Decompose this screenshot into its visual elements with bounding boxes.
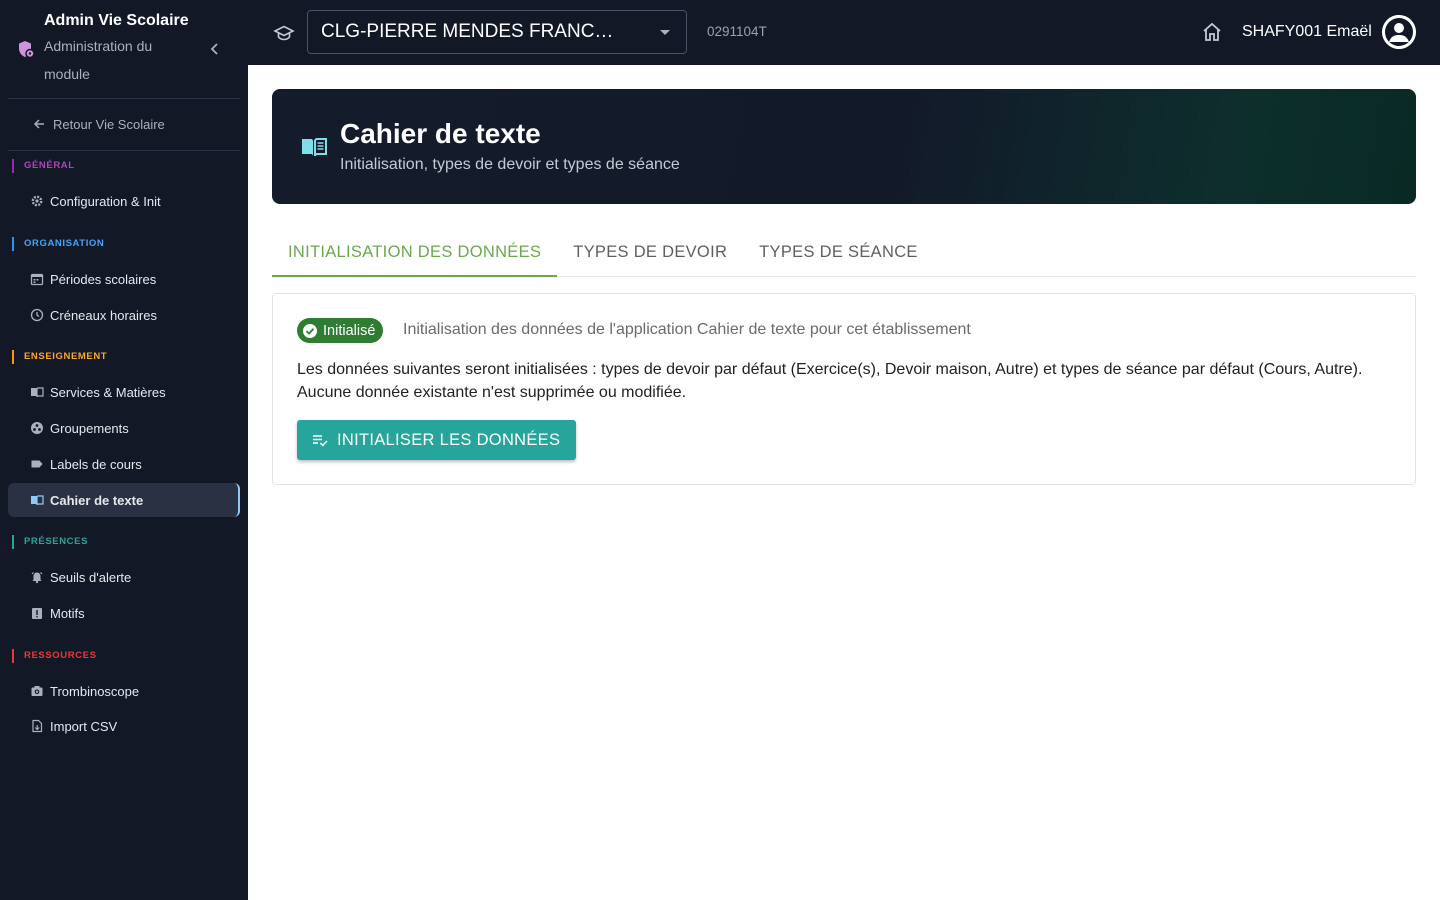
initialisation-card: Initialisé Initialisation des données de… (272, 293, 1416, 485)
card-description: Initialisation des données de l'applicat… (403, 321, 971, 338)
sidebar-item-motifs[interactable]: Motifs (8, 596, 240, 630)
sidebar-item-services-matieres[interactable]: Services & Matières (8, 375, 240, 409)
sidebar-item-cahier-de-texte[interactable]: Cahier de texte (8, 483, 240, 517)
section-enseignement: ENSEIGNEMENT (12, 350, 107, 364)
tab-types-de-seance[interactable]: TYPES DE SÉANCE (743, 228, 934, 276)
section-organisation: ORGANISATION (12, 237, 104, 251)
sidebar-item-labels-cours[interactable]: Labels de cours (8, 447, 240, 481)
open-book-icon (31, 495, 44, 506)
sidebar-divider (8, 98, 240, 99)
check-circle-icon (303, 323, 317, 338)
status-badge: Initialisé (297, 318, 384, 343)
label-icon (31, 460, 43, 468)
section-presences: PRÉSENCES (12, 535, 88, 549)
group-icon (31, 422, 43, 434)
card-body-line-2: Aucune donnée existante n'est supprimée … (297, 384, 687, 401)
sidebar-item-label: Créneaux horaires (50, 307, 157, 323)
shield-admin-icon (19, 41, 35, 59)
avatar[interactable] (1382, 15, 1416, 49)
sidebar-item-label: Configuration & Init (50, 193, 161, 209)
status-badge-label: Initialisé (323, 322, 376, 339)
file-import-icon (32, 719, 43, 733)
card-body-line-1: Les données suivantes seront initialisée… (297, 361, 1363, 378)
home-icon[interactable] (1200, 20, 1224, 44)
sidebar-item-label: Labels de cours (50, 456, 142, 472)
sidebar-subtitle: Administration du module (44, 38, 153, 82)
chevron-left-icon[interactable] (206, 40, 224, 58)
tab-types-de-devoir[interactable]: TYPES DE DEVOIR (557, 228, 743, 276)
section-general: GÉNÉRAL (12, 159, 75, 173)
initialize-data-button[interactable]: INITIALISER LES DONNÉES (297, 420, 577, 460)
page-title: Cahier de texte (340, 118, 541, 149)
sidebar-item-periodes[interactable]: Périodes scolaires (8, 262, 240, 296)
sidebar-item-label: Services & Matières (50, 384, 166, 400)
card-body-text: Les données suivantes seront initialisée… (297, 358, 1397, 404)
playlist-check-icon (313, 435, 328, 447)
tab-initialisation[interactable]: INITIALISATION DES DONNÉES (272, 228, 558, 277)
sidebar-item-label: Seuils d'alerte (50, 569, 132, 585)
school-select[interactable]: CLG-PIERRE MENDES FRANC… (307, 10, 687, 54)
sidebar-divider (8, 150, 240, 151)
top-bar: CLG-PIERRE MENDES FRANC… 0291104T SHAFY0… (248, 0, 1440, 65)
sidebar: Admin Vie Scolaire Administration du mod… (0, 0, 248, 900)
school-select-value: CLG-PIERRE MENDES FRANC… (321, 21, 614, 42)
camera-icon (31, 686, 43, 696)
arrow-left-icon (33, 119, 44, 129)
sidebar-item-label: Groupements (50, 420, 129, 436)
calendar-icon (30, 273, 44, 286)
tabs: INITIALISATION DES DONNÉES TYPES DE DEVO… (272, 228, 1416, 277)
book-icon (31, 387, 44, 398)
back-label: Retour Vie Scolaire (53, 116, 165, 132)
sidebar-item-seuils-alerte[interactable]: Seuils d'alerte (8, 560, 240, 594)
sidebar-item-label: Périodes scolaires (50, 271, 157, 287)
sidebar-item-label: Cahier de texte (50, 492, 144, 508)
sidebar-item-label: Motifs (50, 605, 85, 621)
page-subtitle: Initialisation, types de devoir et types… (340, 156, 680, 173)
page-header-banner: Cahier de texte Initialisation, types de… (272, 89, 1416, 204)
gear-icon (31, 195, 43, 207)
chevron-down-icon (660, 30, 670, 35)
school-uai-code: 0291104T (707, 24, 767, 39)
sidebar-item-label: Trombinoscope (50, 683, 140, 699)
initialize-data-button-label: INITIALISER LES DONNÉES (337, 430, 561, 449)
user-name[interactable]: SHAFY001 Emaël (1242, 23, 1372, 41)
sidebar-item-groupements[interactable]: Groupements (8, 411, 240, 445)
sidebar-item-creneaux[interactable]: Créneaux horaires (8, 298, 240, 332)
school-icon (273, 25, 295, 41)
sidebar-item-trombinoscope[interactable]: Trombinoscope (8, 674, 240, 708)
alarm-icon (31, 572, 43, 584)
user-avatar-icon (1382, 15, 1416, 49)
section-ressources: RESSOURCES (12, 649, 97, 663)
open-book-icon (302, 138, 327, 157)
sidebar-title: Admin Vie Scolaire (44, 12, 189, 29)
sidebar-item-import-csv[interactable]: Import CSV (8, 709, 240, 743)
sidebar-item-label: Import CSV (50, 718, 118, 734)
back-to-vie-scolaire-link[interactable]: Retour Vie Scolaire (8, 106, 240, 142)
clock-icon (30, 308, 44, 322)
sidebar-header: Admin Vie Scolaire Administration du mod… (0, 0, 248, 98)
report-icon (32, 608, 42, 619)
sidebar-item-configuration[interactable]: Configuration & Init (8, 184, 240, 218)
